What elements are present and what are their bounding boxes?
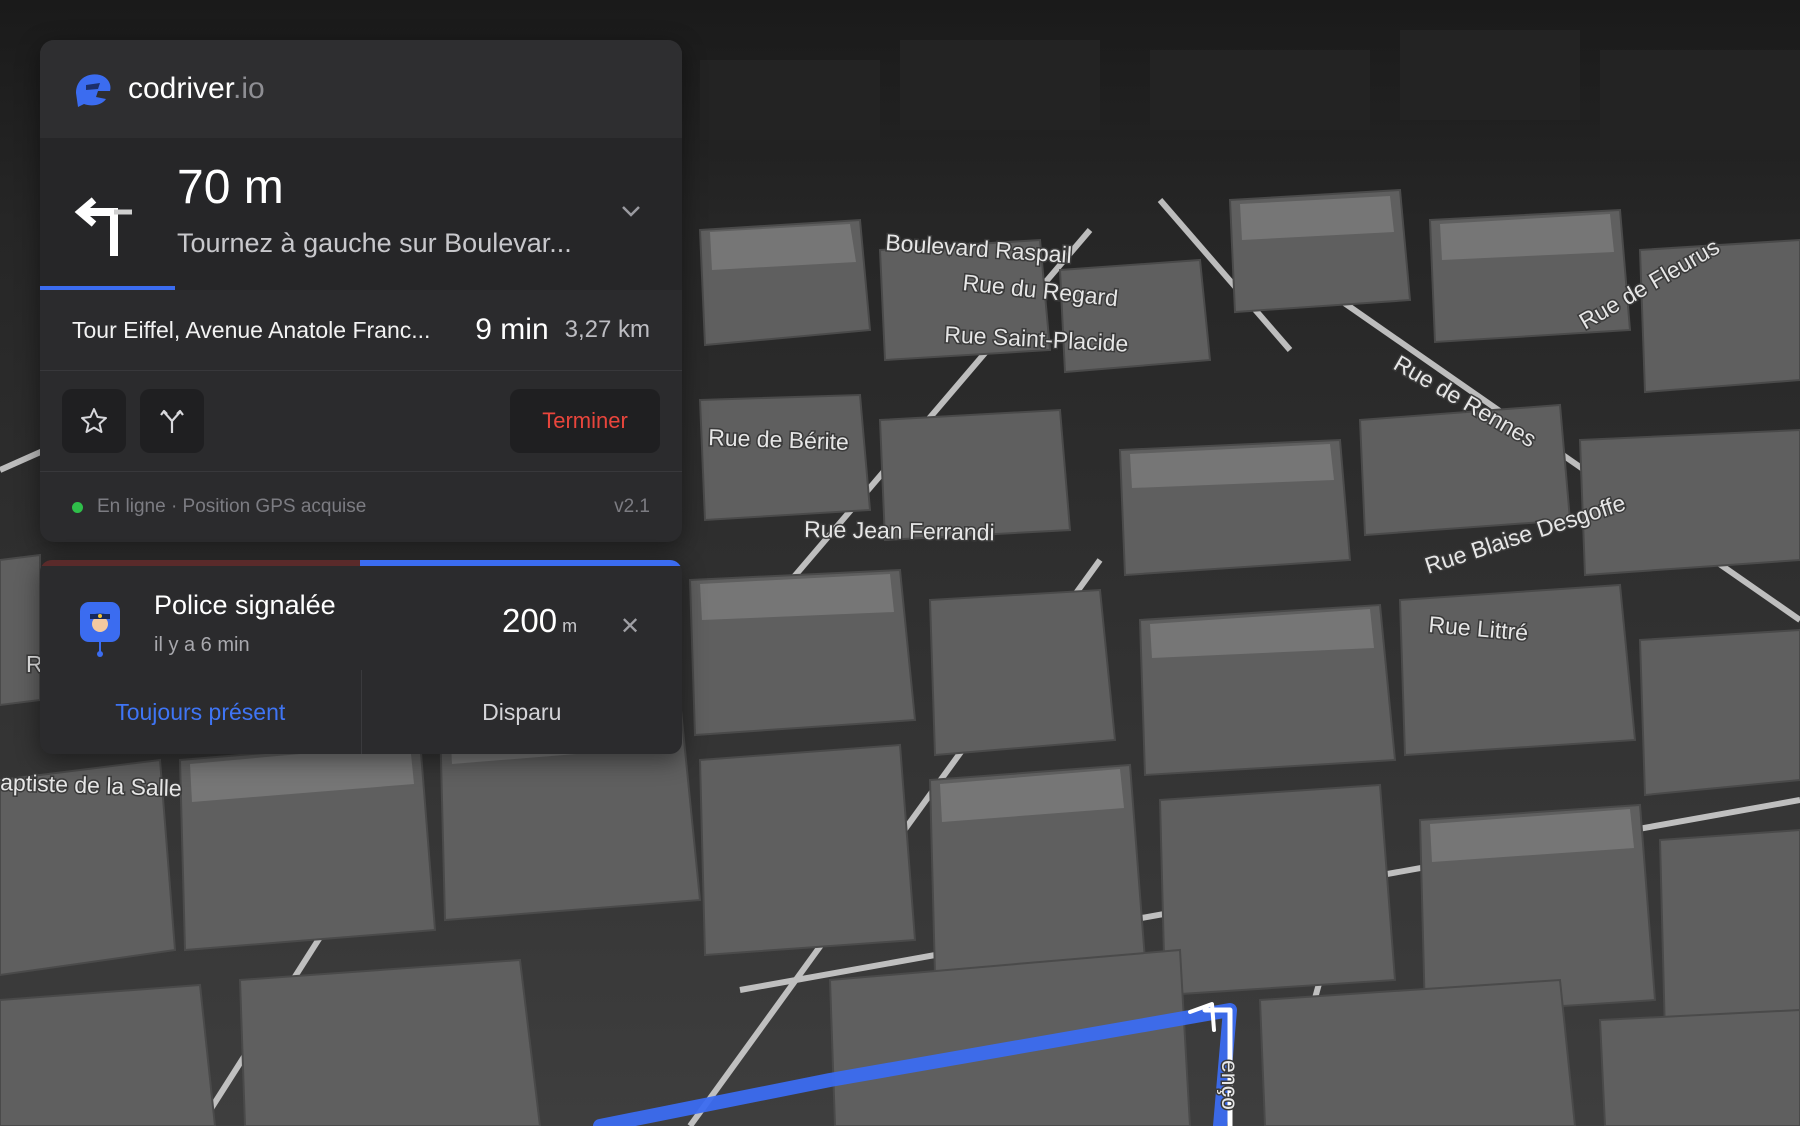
turn-left-icon <box>74 197 132 256</box>
maneuver-distance: 70 m <box>177 161 284 214</box>
street-label-alencon: enço <box>1217 1060 1243 1110</box>
panel-header: codriver.io <box>40 40 682 138</box>
online-indicator <box>72 501 83 513</box>
helmet-icon <box>76 74 111 107</box>
app-brand: codriver.io <box>128 72 265 106</box>
alert-distance-unit: m <box>562 616 578 636</box>
turn-instruction[interactable]: 70 m Tournez à gauche sur Boulevar... <box>40 138 682 290</box>
alert-time: il y a 6 min <box>154 634 250 656</box>
route-eta: 9 min <box>475 313 549 346</box>
route-distance: 3,27 km <box>564 316 650 343</box>
route-summary: Tour Eiffel, Avenue Anatole Franc... 9 m… <box>40 290 682 371</box>
action-bar: Terminer <box>40 371 682 472</box>
alert-actions: Toujours présent Disparu <box>40 670 682 754</box>
alternate-route-button[interactable] <box>140 389 204 453</box>
status-text: En ligne · Position GPS acquise <box>97 496 367 517</box>
destination-name: Tour Eiffel, Avenue Anatole Franc... <box>72 316 431 343</box>
still-present-button[interactable]: Toujours présent <box>40 670 362 754</box>
fork-route-icon <box>160 409 184 433</box>
alert-title: Police signalée <box>154 590 336 620</box>
star-icon <box>81 408 107 433</box>
favorite-button[interactable] <box>62 389 126 453</box>
alert-timer-bar <box>40 560 682 566</box>
end-navigation-button[interactable]: Terminer <box>510 389 660 453</box>
status-bar: En ligne · Position GPS acquise v2.1 <box>40 472 682 542</box>
gone-button[interactable]: Disparu <box>362 670 683 754</box>
street-label-rue-jean-ferrandi: Rue Jean Ferrandi <box>804 516 995 545</box>
alert-distance: 200 m <box>502 602 577 640</box>
navigation-panel: codriver.io 70 m Tournez à gauche sur Bo… <box>40 40 682 542</box>
street-label-rue-de-berite: Rue de Bérite <box>708 424 849 455</box>
app-version: v2.1 <box>614 496 650 517</box>
close-icon[interactable]: ✕ <box>620 612 640 641</box>
brand-name: codriver <box>128 72 234 105</box>
step-progress-bar <box>40 286 175 290</box>
police-alert-card: Police signalée il y a 6 min 200 m ✕ Touj… <box>40 560 682 754</box>
brand-suffix: .io <box>233 72 265 105</box>
police-pin-icon <box>80 602 120 657</box>
chevron-down-icon[interactable] <box>618 198 644 224</box>
maneuver-instruction: Tournez à gauche sur Boulevar... <box>177 228 572 258</box>
alert-distance-value: 200 <box>502 602 558 639</box>
